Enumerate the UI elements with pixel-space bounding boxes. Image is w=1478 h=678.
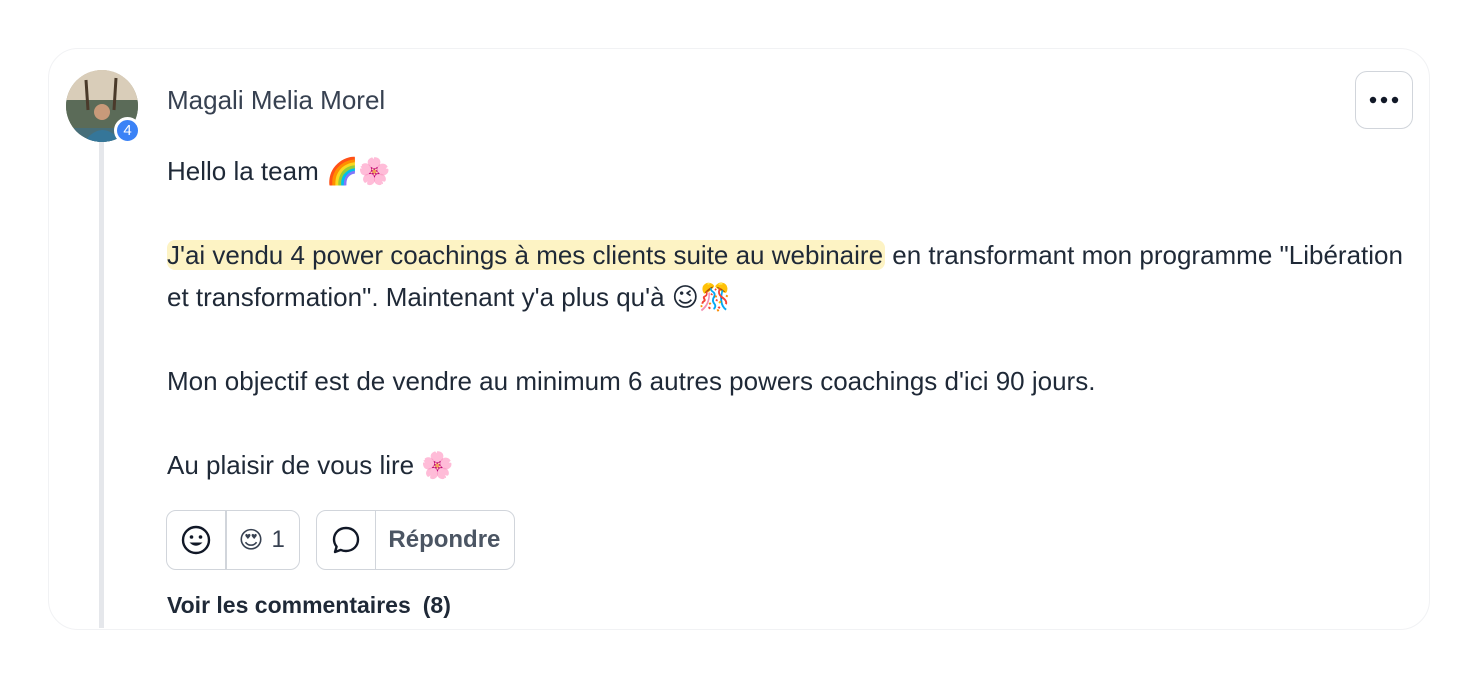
reply-button[interactable]: Répondre (376, 511, 514, 569)
paragraph: J'ai vendu 4 power coachings à mes clien… (167, 234, 1412, 318)
more-options-button[interactable] (1355, 71, 1413, 129)
thread-line (99, 140, 104, 628)
add-reaction-button[interactable] (167, 511, 225, 569)
smiley-icon (181, 525, 211, 555)
reply-icon-button[interactable] (317, 511, 375, 569)
post-body: Hello la team 🌈🌸 J'ai vendu 4 power coac… (167, 150, 1412, 486)
author-name[interactable]: Magali Melia Morel (167, 85, 385, 116)
paragraph-text: Hello la team 🌈🌸 (167, 156, 391, 186)
level-badge: 4 (114, 117, 141, 144)
speech-bubble-icon (332, 526, 360, 554)
paragraph: Au plaisir de vous lire 🌸 (167, 444, 1412, 486)
paragraph-text: Au plaisir de vous lire 🌸 (167, 450, 454, 480)
more-horizontal-icon (1369, 96, 1399, 104)
view-comments-label: Voir les commentaires (167, 592, 411, 618)
reaction-count: 1 (271, 526, 285, 553)
reaction-pill: 😍 1 (166, 510, 300, 570)
paragraph: Mon objectif est de vendre au minimum 6 … (167, 360, 1412, 402)
heart-eyes-emoji-icon: 😍 (238, 526, 264, 554)
paragraph: Hello la team 🌈🌸 (167, 150, 1412, 192)
comments-count: (8) (422, 592, 451, 618)
view-comments-link[interactable]: Voir les commentaires (8) (167, 592, 451, 619)
post-actions: 😍 1 Répondre (166, 510, 516, 570)
reaction-count-button[interactable]: 😍 1 (227, 511, 299, 569)
highlighted-text: J'ai vendu 4 power coachings à mes clien… (167, 240, 886, 270)
reply-pill[interactable]: Répondre (315, 510, 516, 570)
paragraph-text: Mon objectif est de vendre au minimum 6 … (167, 366, 1096, 396)
